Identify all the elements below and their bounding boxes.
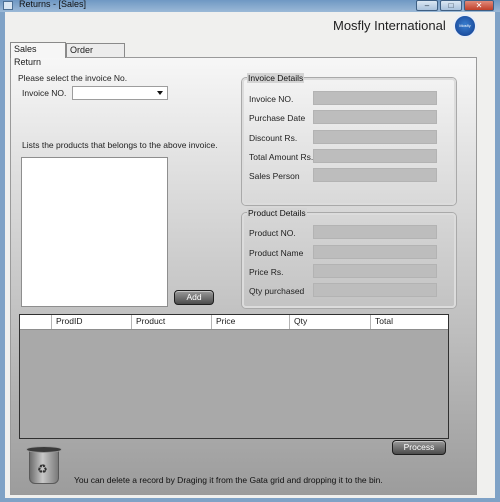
purchase-date-field[interactable] — [313, 110, 437, 124]
sales-person-label: Sales Person — [249, 171, 300, 181]
tab-sales-return[interactable]: Sales Return — [10, 42, 66, 67]
grid-col-price[interactable]: Price — [211, 315, 289, 329]
product-no-label: Product NO. — [249, 228, 296, 238]
title-bar[interactable]: Returns - [Sales] – □ ✕ — [0, 0, 500, 12]
products-listbox[interactable] — [21, 157, 168, 307]
chevron-down-icon[interactable] — [157, 91, 163, 95]
company-logo-text: Mosfly — [459, 23, 471, 28]
total-amount-label: Total Amount Rs. — [249, 152, 314, 162]
product-name-field[interactable] — [313, 245, 437, 259]
minimize-button[interactable]: – — [416, 0, 438, 11]
price-label: Price Rs. — [249, 267, 284, 277]
discount-label: Discount Rs. — [249, 133, 298, 143]
company-name: Mosfly International — [333, 18, 446, 33]
recycle-bin-icon[interactable]: ♻ — [25, 442, 63, 486]
grid-row-header-corner — [20, 315, 51, 329]
discount-field[interactable] — [313, 130, 437, 144]
add-button[interactable]: Add — [174, 290, 214, 305]
close-button[interactable]: ✕ — [464, 0, 494, 11]
sales-person-field[interactable] — [313, 168, 437, 182]
invoice-no-detail-field[interactable] — [313, 91, 437, 105]
price-field[interactable] — [313, 264, 437, 278]
grid-col-product[interactable]: Product — [131, 315, 211, 329]
app-icon — [3, 1, 13, 10]
qty-purchased-field[interactable] — [313, 283, 437, 297]
product-details-title: Product Details — [247, 208, 307, 218]
recycle-symbol-icon: ♻ — [37, 462, 48, 476]
delete-hint-text: You can delete a record by Draging it fr… — [74, 475, 383, 485]
invoice-details-title: Invoice Details — [247, 73, 305, 83]
maximize-button[interactable]: □ — [440, 0, 462, 11]
invoice-no-detail-label: Invoice NO. — [249, 94, 294, 104]
qty-purchased-label: Qty purchased — [249, 286, 305, 296]
grid-header-row: ProdID Product Price Qty Total — [20, 315, 448, 330]
invoice-no-label: Invoice NO. — [22, 88, 67, 98]
grid-col-total[interactable]: Total — [370, 315, 448, 329]
window-title: Returns - [Sales] — [19, 0, 87, 9]
total-amount-field[interactable] — [313, 149, 437, 163]
invoice-no-combobox[interactable] — [72, 86, 168, 100]
grid-col-prodid[interactable]: ProdID — [51, 315, 131, 329]
window-client-area: Mosfly International Mosfly Sales Return… — [5, 12, 495, 498]
tab-order-returns[interactable]: Order Returns — [66, 43, 125, 68]
grid-col-qty[interactable]: Qty — [289, 315, 370, 329]
product-no-field[interactable] — [313, 225, 437, 239]
purchase-date-label: Purchase Date — [249, 113, 306, 123]
invoice-prompt-label: Please select the invoice No. — [18, 73, 128, 83]
products-list-caption: Lists the products that belongs to the a… — [22, 140, 218, 150]
product-name-label: Product Name — [249, 248, 304, 258]
bin-rim — [26, 446, 62, 453]
returns-data-grid[interactable]: ProdID Product Price Qty Total — [19, 314, 449, 439]
process-button[interactable]: Process — [392, 440, 446, 455]
